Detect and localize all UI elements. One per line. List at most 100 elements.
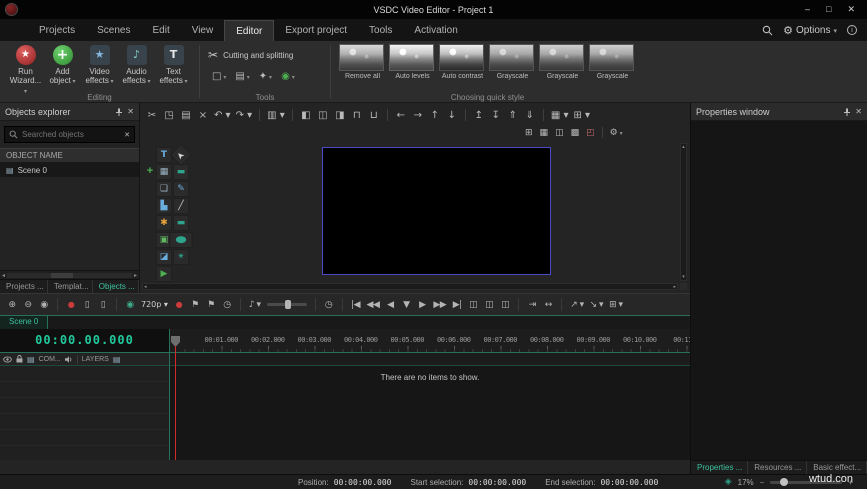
add-object-button[interactable]: Add object <box>45 44 80 96</box>
playback-control-icon[interactable]: ♪ ▾ <box>249 300 261 310</box>
menu-item-tools[interactable]: Tools <box>358 20 403 41</box>
palette-tool-icon[interactable]: ➤ <box>169 143 193 167</box>
preview-canvas[interactable] <box>322 147 551 275</box>
playhead-line[interactable] <box>175 346 176 460</box>
tab-properties[interactable]: Properties ... <box>691 461 749 474</box>
minimize-button[interactable]: – <box>805 4 810 15</box>
palette-tool-icon[interactable]: ✱ <box>156 215 172 231</box>
playback-control-icon[interactable]: ⊞ ▾ <box>609 300 623 310</box>
quick-style-auto-levels[interactable]: Auto levels <box>389 44 436 80</box>
snap-toolbar-icon[interactable]: ◫ <box>555 128 564 138</box>
close-icon[interactable]: ✕ <box>127 107 134 116</box>
close-icon[interactable]: ✕ <box>855 107 862 116</box>
search-input[interactable] <box>22 130 121 139</box>
playback-control-icon[interactable]: ◀◀ <box>367 300 380 310</box>
volume-knob[interactable] <box>284 300 291 309</box>
snap-toolbar-icon[interactable]: ▩ <box>571 128 580 138</box>
editor-toolbar-icon[interactable]: ▥ ▾ <box>267 110 285 121</box>
scrollbar-track[interactable] <box>7 272 132 278</box>
timeline-tracks-area[interactable]: There are no items to show. <box>170 366 690 460</box>
speaker-icon[interactable] <box>64 355 73 363</box>
editor-toolbar-icon[interactable]: ⊞ ▾ <box>573 110 590 121</box>
horizontal-scrollbar[interactable] <box>0 270 139 279</box>
playback-control-icon[interactable]: ◉ <box>125 300 135 310</box>
scroll-right-icon[interactable] <box>134 272 137 279</box>
menu-item-scenes[interactable]: Scenes <box>86 20 141 41</box>
lock-icon[interactable] <box>16 355 23 363</box>
menu-item-edit[interactable]: Edit <box>141 20 180 41</box>
playback-control-icon[interactable]: ◫ <box>468 300 478 310</box>
cutting-splitting-button[interactable]: Cutting and splitting <box>208 48 322 62</box>
quick-style-grayscale-3[interactable]: Grayscale <box>589 44 636 80</box>
timeline-ruler[interactable]: 00:01.000 00:02.000 00:03.000 00:04.000 00:0… <box>170 329 690 353</box>
scrollbar-handle[interactable] <box>50 272 73 278</box>
playback-control-icon[interactable]: ● <box>66 300 76 309</box>
editor-toolbar-icon[interactable]: ▤ <box>180 110 192 121</box>
editor-toolbar-icon[interactable]: → <box>412 110 424 121</box>
playback-control-icon[interactable]: ↘ ▾ <box>590 300 604 310</box>
volume-slider[interactable] <box>266 300 307 309</box>
editor-toolbar-icon[interactable]: ↷ ▾ <box>236 110 253 121</box>
playback-control-icon[interactable]: ⊖ <box>23 300 33 310</box>
quick-style-remove-all[interactable]: Remove all <box>339 44 386 80</box>
palette-tool-icon[interactable]: ✴ <box>173 249 189 265</box>
palette-tool-icon[interactable]: ✎ <box>173 181 189 197</box>
palette-tool-icon[interactable]: ◪ <box>156 249 172 265</box>
track-row[interactable] <box>0 414 169 430</box>
tab-resources[interactable]: Resources ... <box>748 461 808 474</box>
playback-control-icon[interactable]: ↗ ▾ <box>570 300 584 310</box>
pin-icon[interactable] <box>115 108 123 116</box>
clip-icon[interactable] <box>27 355 35 364</box>
move-tool-icon[interactable] <box>144 147 156 282</box>
snap-toolbar-icon[interactable]: ⚙ <box>610 128 623 138</box>
pin-icon[interactable] <box>843 108 851 116</box>
video-effects-button[interactable]: Video effects <box>82 44 117 96</box>
editor-toolbar-icon[interactable]: ◫ <box>317 110 329 121</box>
tools-row-icon[interactable]: □ <box>212 71 226 82</box>
maximize-button[interactable]: □ <box>826 4 831 15</box>
palette-tool-icon[interactable]: ▶ <box>156 266 172 282</box>
editor-toolbar-icon[interactable]: ↶ ▾ <box>214 110 231 121</box>
close-button[interactable]: ✕ <box>847 4 855 15</box>
playback-control-icon[interactable]: |◀ <box>351 300 361 310</box>
playback-control-icon[interactable]: ▶ <box>417 300 427 310</box>
palette-tool-icon[interactable]: ▬ <box>173 215 189 231</box>
playback-control-icon[interactable]: 720p ▾ <box>141 300 168 309</box>
search-icon[interactable] <box>762 25 773 36</box>
track-row[interactable] <box>0 382 169 398</box>
palette-tool-icon[interactable]: ╱ <box>173 198 189 214</box>
text-effects-button[interactable]: Text effects <box>156 44 191 96</box>
scroll-down-icon[interactable] <box>682 274 685 280</box>
editor-toolbar-icon[interactable]: ◨ <box>334 110 346 121</box>
components-column-header[interactable]: COM... <box>39 356 61 363</box>
playback-control-icon[interactable]: ▯ <box>98 300 108 310</box>
playback-control-icon[interactable]: ◀ <box>385 300 395 310</box>
tools-row-icon[interactable]: ◉ <box>281 71 295 82</box>
tab-templates[interactable]: Templat... <box>48 280 93 293</box>
tools-row-icon[interactable]: ✦ <box>259 71 272 82</box>
playback-control-icon[interactable]: ▶| <box>452 300 462 310</box>
track-row[interactable] <box>0 430 169 446</box>
run-wizard-button[interactable]: Run Wizard... <box>8 44 43 96</box>
snap-toolbar-icon[interactable]: ▦ <box>540 128 549 138</box>
editor-toolbar-icon[interactable]: ⇓ <box>524 110 536 121</box>
playback-control-icon[interactable]: ◷ <box>222 300 232 310</box>
scroll-up-icon[interactable] <box>682 144 685 150</box>
quick-style-grayscale-2[interactable]: Grayscale <box>539 44 586 80</box>
tab-objects-explorer[interactable]: Objects ... <box>93 280 139 293</box>
playback-control-icon[interactable]: ▼ <box>401 300 411 310</box>
playback-control-icon[interactable]: ⚑ <box>206 300 216 310</box>
scene-tab[interactable]: Scene 0 <box>0 316 49 329</box>
scroll-right-icon[interactable] <box>673 284 676 290</box>
playback-control-icon[interactable]: ◷ <box>324 300 334 310</box>
palette-tool-icon[interactable]: ▦ <box>156 164 172 180</box>
snap-toolbar-icon[interactable]: ◰ <box>586 128 595 138</box>
scroll-left-icon[interactable] <box>2 272 5 279</box>
palette-tool-icon[interactable]: ❏ <box>156 181 172 197</box>
zoom-out-icon[interactable] <box>760 478 765 487</box>
palette-tool-icon[interactable]: ▬ <box>173 164 189 180</box>
horizontal-scrollbar[interactable] <box>142 283 678 290</box>
playback-control-icon[interactable]: ◫ <box>500 300 510 310</box>
menu-item-view[interactable]: View <box>181 20 225 41</box>
visibility-eye-icon[interactable] <box>3 355 12 363</box>
